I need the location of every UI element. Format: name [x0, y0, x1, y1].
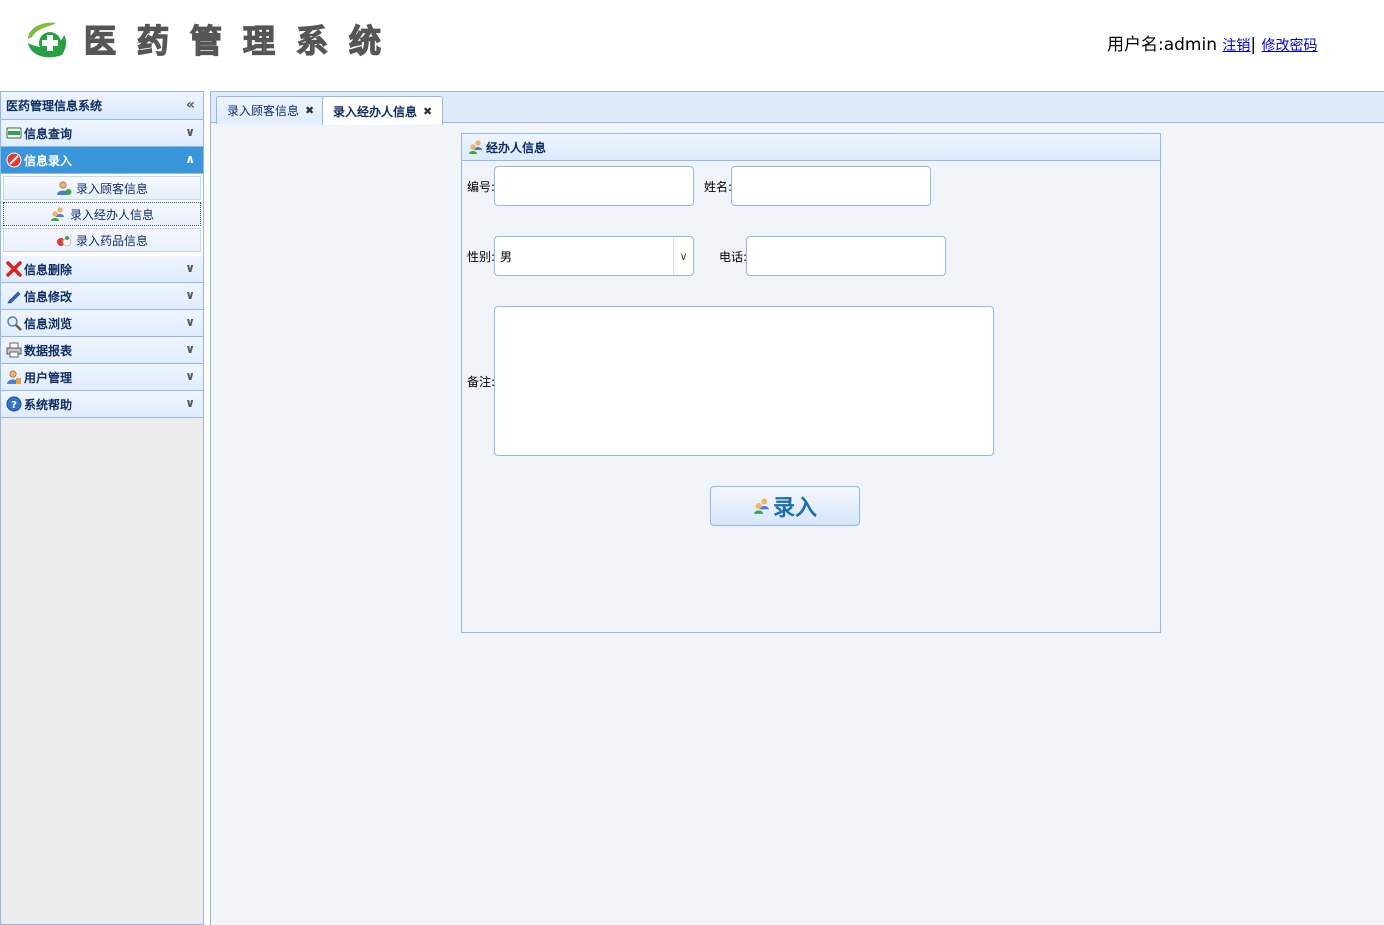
card-icon	[6, 125, 22, 141]
change-password-link[interactable]: 修改密码	[1262, 38, 1318, 54]
username-label: 用户名:admin	[1107, 35, 1217, 55]
logo: 医 药 管 理 系 统	[22, 18, 385, 64]
tab-label: 录入经办人信息	[333, 104, 418, 119]
sidebar-item-agent-entry[interactable]: 录入经办人信息	[3, 202, 201, 226]
chevron-down-icon[interactable]: ∨︎	[673, 237, 693, 275]
svg-text:?: ?	[11, 400, 17, 411]
tab-agent-entry[interactable]: 录入经办人信息 ✖︎	[322, 96, 444, 125]
logo-char: 管	[189, 21, 222, 60]
sidebar-group-browse[interactable]: 信息浏览 ∨︎	[1, 310, 203, 337]
red-x-icon	[6, 261, 22, 277]
note-label: 备注:	[467, 375, 496, 389]
name-input[interactable]	[731, 166, 931, 206]
chevron-down-icon: ∨︎	[185, 125, 195, 139]
sidebar-group-label: 信息录入	[24, 153, 73, 168]
sidebar-group-label: 信息查询	[24, 126, 73, 141]
chevron-down-icon: ∨︎	[185, 315, 195, 329]
header: 医 药 管 理 系 统 用户名:admin 注销| 修改密码	[0, 0, 1384, 90]
name-label: 姓名:	[704, 180, 733, 194]
sidebar-group-entry[interactable]: 信息录入 ∧	[1, 147, 203, 174]
close-icon[interactable]: ✖︎	[423, 105, 432, 118]
chevron-down-icon: ∨︎	[185, 288, 195, 302]
users-icon	[50, 206, 66, 222]
sidebar-group-help[interactable]: ? 系统帮助 ∨︎	[1, 391, 203, 418]
sidebar-item-drug-entry[interactable]: 录入药品信息	[3, 228, 201, 252]
sidebar-item-label: 录入经办人信息	[69, 207, 154, 222]
panel-title: 经办人信息	[486, 140, 547, 155]
separator: |	[1250, 35, 1257, 55]
sidebar-group-label: 数据报表	[24, 343, 73, 358]
close-icon[interactable]: ✖︎	[305, 104, 314, 117]
submit-label: 录入	[772, 496, 817, 521]
sidebar: 医药管理信息系统 « 信息查询 ∨︎ 信息录入 ∧ 录入顾客信息 录入经办人信息	[0, 91, 204, 925]
user-icon	[56, 180, 72, 196]
sidebar-title-text: 医药管理信息系统	[6, 99, 103, 113]
tab-label: 录入顾客信息	[227, 104, 300, 118]
users-icon	[468, 139, 484, 155]
sidebar-group-label: 用户管理	[24, 370, 73, 385]
id-label: 编号:	[467, 180, 496, 194]
magnifier-icon	[6, 315, 22, 331]
logout-link[interactable]: 注销	[1222, 38, 1250, 54]
sidebar-sublist: 录入顾客信息 录入经办人信息 录入药品信息	[1, 174, 203, 256]
user-info: 用户名:admin 注销| 修改密码	[1107, 30, 1318, 55]
panel-header: 经办人信息	[462, 134, 1160, 161]
phone-input[interactable]	[746, 236, 946, 276]
logo-title: 医 药 管 理 系 统	[80, 21, 385, 61]
gender-label: 性别:	[467, 250, 496, 264]
id-input[interactable]	[494, 166, 694, 206]
chevron-down-icon: ∨︎	[185, 342, 195, 356]
logo-char: 系	[295, 21, 328, 60]
tab-bar: 录入顾客信息 ✖︎ 录入经办人信息 ✖︎	[211, 91, 1384, 125]
sidebar-item-customer-entry[interactable]: 录入顾客信息	[3, 176, 201, 200]
main-area: 录入顾客信息 ✖︎ 录入经办人信息 ✖︎ 经办人信息 编号: 姓名: 性别: 男…	[210, 91, 1384, 925]
chevron-down-icon: ∨︎	[185, 396, 195, 410]
note-textarea[interactable]	[494, 306, 994, 456]
users-icon	[753, 497, 771, 515]
sidebar-group-label: 信息修改	[24, 289, 73, 304]
logo-char: 药	[136, 21, 169, 60]
pills-icon	[56, 232, 72, 248]
phone-label: 电话:	[719, 250, 748, 264]
chevron-down-icon: ∨︎	[185, 369, 195, 383]
gender-selected-value: 男	[500, 249, 513, 264]
sidebar-item-label: 录入药品信息	[75, 233, 148, 248]
logo-char: 医	[83, 21, 116, 60]
gender-select[interactable]: 男 ∨︎	[494, 236, 694, 276]
collapse-left-icon[interactable]: «	[186, 97, 195, 113]
sidebar-group-label: 信息删除	[24, 262, 73, 277]
submit-button[interactable]: 录入	[710, 486, 860, 526]
user-manage-icon	[6, 369, 22, 385]
sidebar-item-label: 录入顾客信息	[75, 181, 148, 196]
no-entry-icon	[6, 152, 22, 168]
sidebar-group-user-manage[interactable]: 用户管理 ∨︎	[1, 364, 203, 391]
chevron-up-icon: ∧	[185, 152, 195, 166]
logo-char: 理	[242, 21, 275, 60]
sidebar-group-report[interactable]: 数据报表 ∨︎	[1, 337, 203, 364]
logo-char: 统	[348, 21, 381, 60]
logo-cross-icon	[22, 19, 70, 63]
help-icon: ?	[6, 396, 22, 412]
agent-info-panel: 经办人信息 编号: 姓名: 性别: 男 ∨︎ 电话: 备注: 录入	[461, 133, 1161, 633]
tab-customer-entry[interactable]: 录入顾客信息 ✖︎	[216, 96, 326, 124]
sidebar-group-label: 系统帮助	[24, 397, 73, 412]
sidebar-group-edit[interactable]: 信息修改 ∨︎	[1, 283, 203, 310]
sidebar-group-delete[interactable]: 信息删除 ∨︎	[1, 256, 203, 283]
sidebar-group-query[interactable]: 信息查询 ∨︎	[1, 120, 203, 147]
pencil-icon	[6, 288, 22, 304]
sidebar-group-label: 信息浏览	[24, 316, 73, 331]
printer-icon	[6, 342, 22, 358]
chevron-down-icon: ∨︎	[185, 261, 195, 275]
sidebar-title: 医药管理信息系统 «	[1, 92, 203, 120]
